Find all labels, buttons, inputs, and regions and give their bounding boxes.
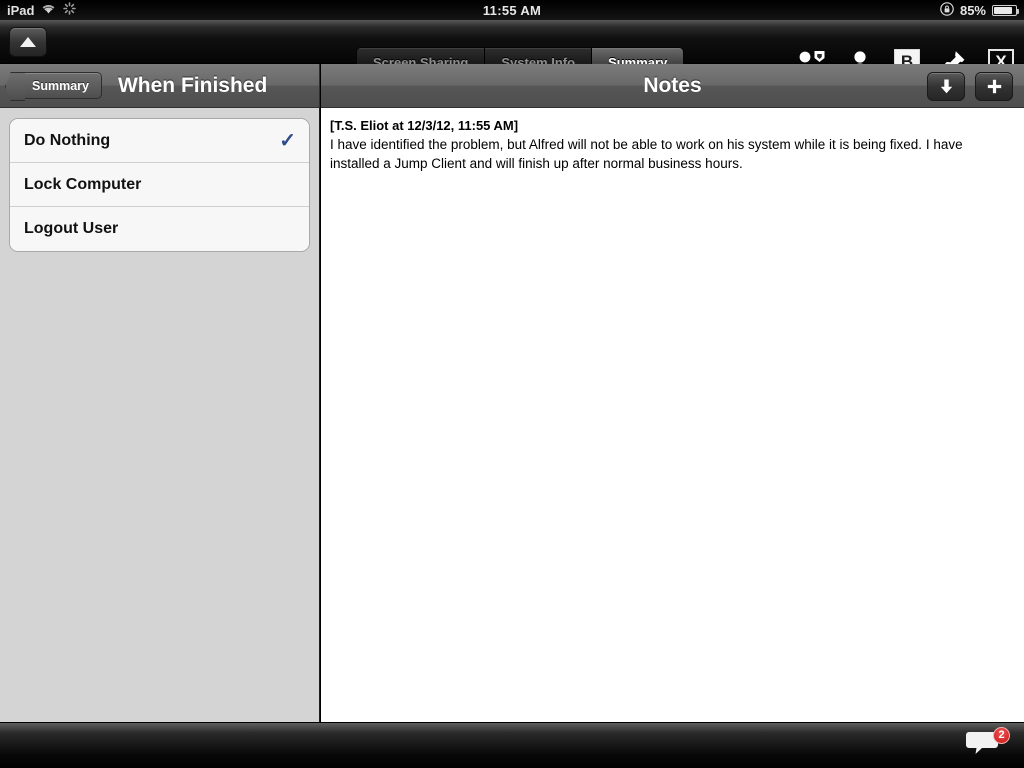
battery-icon <box>992 4 1019 16</box>
option-label: Logout User <box>24 220 119 237</box>
back-to-summary-button[interactable]: Summary <box>18 72 102 99</box>
option-logout-user[interactable]: Logout User <box>10 207 309 251</box>
chat-bubble-icon <box>966 732 1002 761</box>
sidebar: Do Nothing ✓ Lock Computer Logout User <box>0 108 320 722</box>
chat-badge: 2 <box>993 727 1010 744</box>
add-note-button[interactable] <box>975 72 1013 101</box>
bottom-bar: 2 <box>0 722 1024 768</box>
status-bar: iPad 11:55 AM 85% <box>0 0 1024 20</box>
page-title: When Finished <box>117 73 268 97</box>
status-bar-clock: 11:55 AM <box>482 2 542 18</box>
download-notes-button[interactable] <box>927 72 965 101</box>
ipad-screen: iPad 11:55 AM 85% Screen Sharing System … <box>0 0 1024 768</box>
app-toolbar: Screen Sharing System Info Summary B X <box>0 20 1024 77</box>
when-finished-options: Do Nothing ✓ Lock Computer Logout User <box>9 118 310 252</box>
triangle-up-icon <box>20 36 36 47</box>
notes-panel[interactable]: [T.S. Eliot at 12/3/12, 11:55 AM] I have… <box>321 108 1024 722</box>
option-label: Lock Computer <box>24 175 142 193</box>
check-icon: ✓ <box>279 129 296 152</box>
note-entry: [T.S. Eliot at 12/3/12, 11:55 AM] I have… <box>321 108 1024 173</box>
arrow-down-icon <box>938 78 955 95</box>
option-label: Do Nothing <box>24 131 111 149</box>
notes-header-buttons <box>927 72 1013 101</box>
back-button-label: Summary <box>32 78 89 93</box>
notes-header: Notes <box>321 64 1024 108</box>
notes-title: Notes <box>643 73 702 97</box>
sidebar-header: Summary When Finished <box>0 64 320 108</box>
note-author-timestamp: [T.S. Eliot at 12/3/12, 11:55 AM] <box>330 118 519 133</box>
collapse-up-button[interactable] <box>9 26 47 57</box>
plus-icon <box>986 78 1003 95</box>
note-body-text: I have identified the problem, but Alfre… <box>330 137 963 171</box>
chat-button[interactable]: 2 <box>966 727 1010 763</box>
option-lock-computer[interactable]: Lock Computer <box>10 163 309 207</box>
option-do-nothing[interactable]: Do Nothing ✓ <box>10 119 309 163</box>
